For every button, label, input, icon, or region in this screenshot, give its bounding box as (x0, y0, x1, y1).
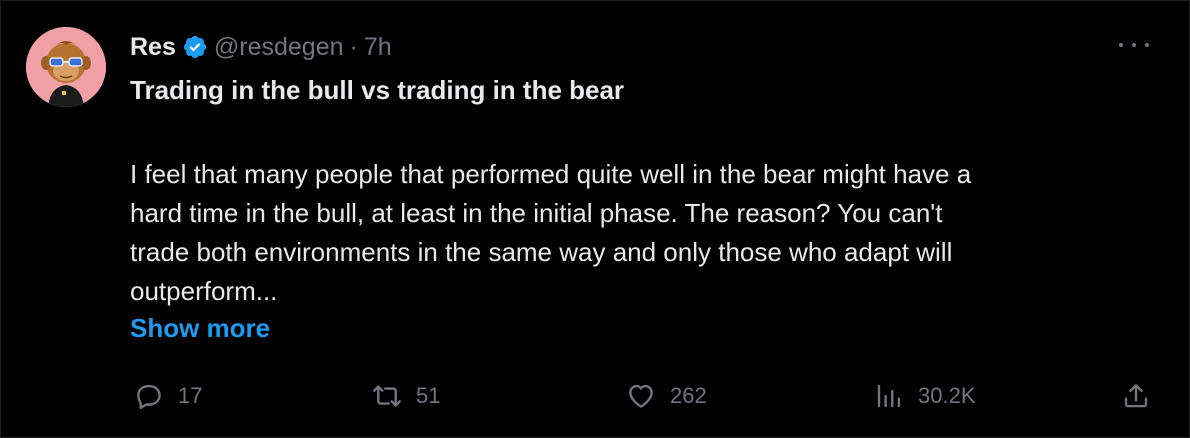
tweet-body: I feel that many people that performed q… (130, 155, 1140, 311)
ape-avatar-icon (26, 27, 106, 107)
like-count: 262 (670, 383, 707, 408)
show-more-link[interactable]: Show more (130, 313, 270, 344)
header-separator: · (349, 32, 358, 61)
tweet-body-line: I feel that many people that performed q… (130, 159, 972, 189)
views-button[interactable]: 30.2K (874, 379, 976, 413)
tweet-title: Trading in the bull vs trading in the be… (130, 75, 625, 105)
more-dot (1119, 43, 1123, 47)
views-count: 30.2K (918, 383, 976, 408)
retweet-icon (372, 381, 402, 411)
heart-icon (626, 381, 656, 411)
more-dot (1132, 43, 1136, 47)
tweet-body-line: outperform... (130, 276, 278, 306)
reply-icon (134, 381, 164, 411)
tweet-header: Res @resdegen · 7h (130, 29, 392, 65)
retweet-count: 51 (416, 383, 441, 408)
avatar[interactable] (26, 27, 106, 107)
share-icon (1121, 381, 1151, 411)
like-button[interactable]: 262 (626, 379, 707, 413)
views-chart-icon (874, 381, 904, 411)
tweet-timestamp[interactable]: 7h (364, 33, 392, 62)
tweet-body-line: trade both environments in the same way … (130, 237, 953, 267)
reply-count: 17 (178, 383, 203, 408)
retweet-button[interactable]: 51 (372, 379, 440, 413)
more-dot (1145, 43, 1149, 47)
author-name[interactable]: Res (130, 33, 176, 62)
more-dots-icon[interactable] (1119, 37, 1149, 53)
reply-button[interactable]: 17 (134, 379, 202, 413)
share-button[interactable] (1121, 379, 1151, 413)
author-handle[interactable]: @resdegen (214, 33, 344, 62)
tweet-body-line: hard time in the bull, at least in the i… (130, 198, 943, 228)
tweet-card[interactable]: Res @resdegen · 7h Trading in the bull v… (0, 0, 1190, 438)
verified-badge-icon (182, 34, 208, 60)
